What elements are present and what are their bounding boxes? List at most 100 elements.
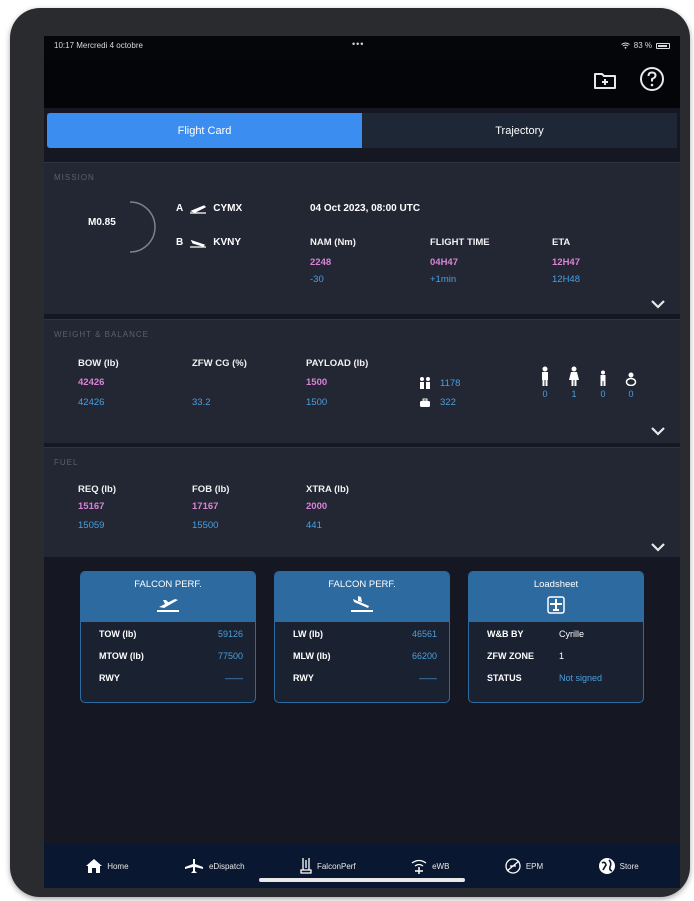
home-icon bbox=[86, 859, 103, 873]
nav-store[interactable]: Store bbox=[598, 857, 639, 875]
add-folder-icon[interactable] bbox=[592, 66, 618, 92]
wifi-icon bbox=[620, 42, 630, 49]
loadsheet-card[interactable]: Loadsheet W&B BY Cyrille ZFW ZONE 1 STATUS… bbox=[468, 571, 644, 703]
req-alt-value: 15059 bbox=[78, 520, 105, 531]
payload-label: PAYLOAD (lb) bbox=[306, 358, 369, 369]
nam-label: NAM (Nm) bbox=[310, 237, 356, 248]
takeoff-icon bbox=[157, 599, 179, 612]
card-header[interactable]: FALCON PERF. bbox=[275, 572, 449, 622]
baggage-icon bbox=[420, 398, 430, 407]
chevron-down-icon[interactable] bbox=[650, 424, 666, 436]
section-title: WEIGHT & BALANCE bbox=[54, 330, 149, 339]
card-row: RWY —— bbox=[99, 673, 243, 683]
nav-epm[interactable]: EPM bbox=[504, 857, 543, 875]
card-row: RWY —— bbox=[293, 673, 437, 683]
card-title: FALCON PERF. bbox=[134, 579, 202, 590]
card-row: MLW (lb) 66200 bbox=[293, 651, 437, 661]
eta-value: 12H47 bbox=[552, 257, 580, 268]
card-row: ZFW ZONE 1 bbox=[487, 651, 565, 661]
arrival-row: B KVNY bbox=[176, 237, 241, 248]
nam-delta: -30 bbox=[310, 274, 324, 285]
flight-time-value: 04H47 bbox=[430, 257, 458, 268]
adult-male-pax: 0 bbox=[538, 366, 552, 399]
eta-alt-value: 12H48 bbox=[552, 274, 580, 285]
child-icon bbox=[600, 370, 606, 386]
infant-pax: 0 bbox=[624, 366, 638, 399]
mission-datetime: 04 Oct 2023, 08:00 UTC bbox=[310, 203, 421, 214]
card-row: MTOW (lb) 77500 bbox=[99, 651, 243, 661]
arrival-code: KVNY bbox=[213, 237, 242, 248]
adult-female-pax: 1 bbox=[567, 366, 581, 399]
eta-label: ETA bbox=[552, 237, 571, 248]
nam-value: 2248 bbox=[310, 257, 332, 268]
section-title: MISSION bbox=[54, 173, 95, 182]
card-title: FALCON PERF. bbox=[328, 579, 396, 590]
xtra-alt-value: 441 bbox=[306, 520, 322, 531]
passengers-icon bbox=[420, 377, 430, 389]
req-label: REQ (lb) bbox=[78, 484, 116, 495]
landing-perf-card[interactable]: FALCON PERF. LW (lb) 46561 MLW (lb) 66200 … bbox=[274, 571, 450, 703]
chevron-down-icon[interactable] bbox=[650, 297, 666, 309]
card-header[interactable]: Loadsheet bbox=[469, 572, 643, 622]
card-header[interactable]: FALCON PERF. bbox=[81, 572, 255, 622]
card-title: Loadsheet bbox=[533, 579, 579, 590]
tab-flight-card[interactable]: Flight Card bbox=[47, 113, 362, 148]
fob-alt-value: 15500 bbox=[192, 520, 219, 531]
fob-value: 17167 bbox=[192, 501, 219, 512]
req-value: 15167 bbox=[78, 501, 105, 512]
chevron-down-icon[interactable] bbox=[650, 540, 666, 552]
bow-alt-value: 42426 bbox=[78, 397, 105, 408]
dispatch-icon bbox=[184, 859, 203, 873]
scale-plane-icon bbox=[547, 596, 565, 614]
bow-label: BOW (lb) bbox=[78, 358, 119, 369]
zfw-cg-alt-value: 33.2 bbox=[192, 397, 211, 408]
battery-percent: 83 % bbox=[633, 41, 652, 50]
falconperf-icon bbox=[300, 858, 312, 874]
flight-time-delta: +1min bbox=[430, 274, 457, 285]
landing-icon bbox=[190, 239, 207, 248]
help-icon[interactable] bbox=[639, 66, 665, 92]
fuel-section: FUEL REQ (lb) 15167 15059 FOB (lb) 17167… bbox=[44, 447, 680, 557]
child-count: 0 bbox=[600, 389, 606, 399]
app-screen: 10:17 Mercredi 4 octobre ••• 83 % Flight… bbox=[44, 36, 680, 888]
battery-indicator: 83 % bbox=[620, 41, 670, 50]
takeoff-perf-card[interactable]: FALCON PERF. TOW (lb) 59126 MTOW (lb) 7750… bbox=[80, 571, 256, 703]
tab-trajectory[interactable]: Trajectory bbox=[362, 113, 677, 148]
view-tabs: Flight Card Trajectory bbox=[47, 113, 677, 148]
zfw-cg-label: ZFW CG (%) bbox=[192, 358, 247, 369]
nav-edispatch[interactable]: eDispatch bbox=[183, 858, 245, 874]
departure-letter: A bbox=[176, 203, 184, 214]
home-indicator[interactable] bbox=[259, 878, 465, 882]
man-icon bbox=[542, 366, 548, 386]
epm-icon bbox=[505, 858, 521, 874]
departure-row: A CYMX bbox=[176, 203, 242, 214]
adult-male-count: 0 bbox=[542, 389, 548, 399]
baggage-weight: 322 bbox=[440, 397, 456, 408]
top-toolbar bbox=[44, 58, 680, 108]
mach-value: M0.85 bbox=[88, 217, 116, 228]
departure-code: CYMX bbox=[213, 203, 243, 214]
arrival-letter: B bbox=[176, 237, 184, 248]
fob-label: FOB (lb) bbox=[192, 484, 230, 495]
xtra-label: XTRA (lb) bbox=[306, 484, 349, 495]
nav-ewb[interactable]: eWB bbox=[410, 857, 449, 875]
takeoff-icon bbox=[190, 204, 207, 214]
weight-balance-section: WEIGHT & BALANCE BOW (lb) 42426 42426 ZF… bbox=[44, 319, 680, 443]
payload-value: 1500 bbox=[306, 377, 328, 388]
tablet-frame: 10:17 Mercredi 4 octobre ••• 83 % Flight… bbox=[10, 8, 690, 897]
multitask-dots[interactable]: ••• bbox=[352, 39, 364, 49]
nav-falconperf[interactable]: FalconPerf bbox=[299, 857, 356, 875]
xtra-value: 2000 bbox=[306, 501, 328, 512]
card-row: LW (lb) 46561 bbox=[293, 629, 437, 639]
infant-icon bbox=[625, 372, 637, 386]
status-time: 10:17 Mercredi 4 octobre bbox=[54, 41, 143, 50]
card-row: TOW (lb) 59126 bbox=[99, 629, 243, 639]
infant-count: 0 bbox=[628, 389, 634, 399]
nav-home[interactable]: Home bbox=[85, 858, 129, 874]
passenger-weight: 1178 bbox=[440, 378, 461, 389]
adult-female-count: 1 bbox=[571, 389, 577, 399]
battery-icon bbox=[656, 42, 670, 49]
mach-gauge: M0.85 bbox=[74, 199, 156, 253]
mission-section: MISSION M0.85 A CYMX B KVNY 04 Oct 2023,… bbox=[44, 162, 680, 314]
card-row: STATUS Not signed bbox=[487, 673, 603, 683]
